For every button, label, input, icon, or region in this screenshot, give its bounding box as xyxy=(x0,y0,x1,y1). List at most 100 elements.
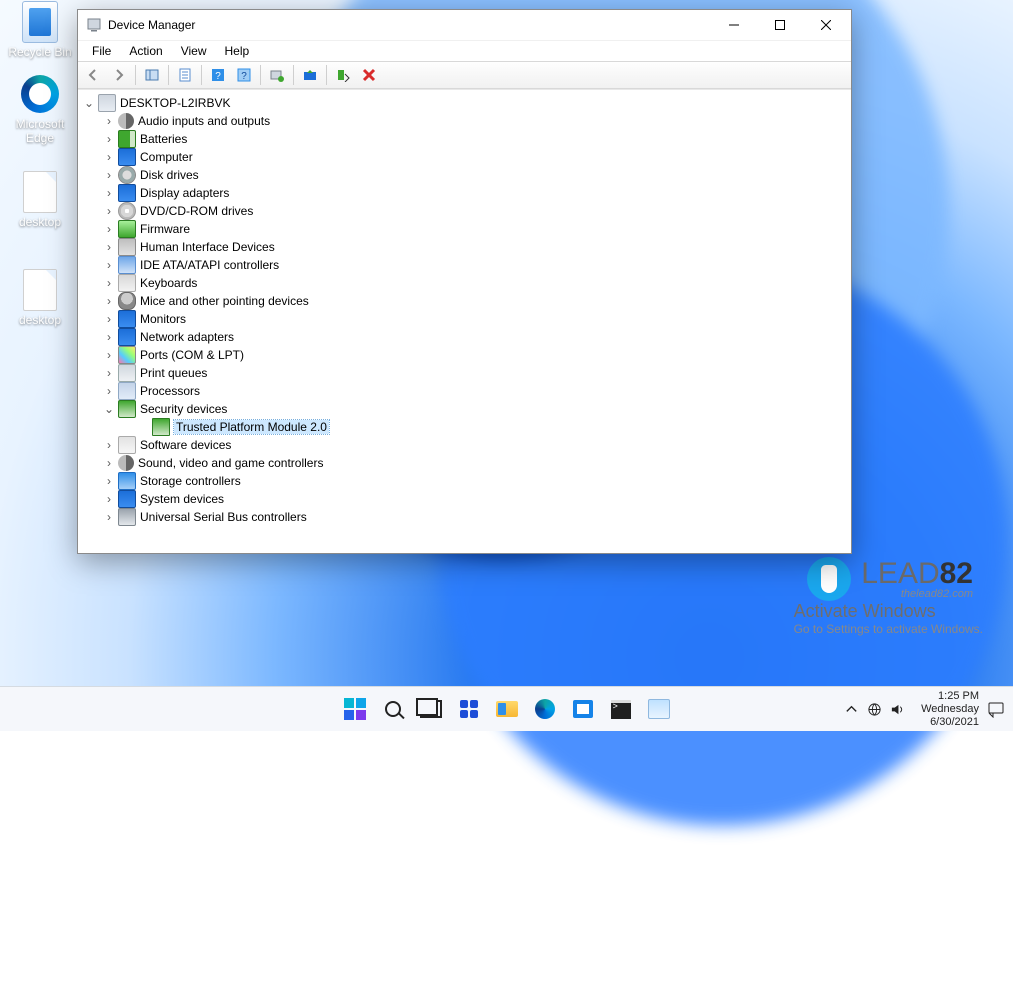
devmgmt-button[interactable] xyxy=(646,696,672,722)
tree-node-audio-inputs-and-outputs[interactable]: ›Audio inputs and outputs xyxy=(82,112,847,130)
chevron-right-icon[interactable]: › xyxy=(102,312,116,326)
chevron-up-icon[interactable] xyxy=(844,702,859,717)
chevron-right-icon[interactable]: › xyxy=(102,240,116,254)
tree-node-ports-com-lpt-[interactable]: ›Ports (COM & LPT) xyxy=(82,346,847,364)
tree-node-keyboards[interactable]: ›Keyboards xyxy=(82,274,847,292)
tree-node-system-devices[interactable]: ›System devices xyxy=(82,490,847,508)
help-button[interactable]: ? xyxy=(206,63,230,87)
tree-node-security-devices[interactable]: ⌄Security devices xyxy=(82,400,847,418)
tree-node-processors[interactable]: ›Processors xyxy=(82,382,847,400)
chevron-right-icon[interactable]: › xyxy=(102,474,116,488)
device-manager-window[interactable]: Device Manager File Action View Help ? ? xyxy=(77,9,852,554)
properties-button[interactable] xyxy=(173,63,197,87)
chevron-right-icon[interactable]: › xyxy=(102,510,116,524)
update-driver-button[interactable] xyxy=(298,63,322,87)
tree-node-storage-controllers[interactable]: ›Storage controllers xyxy=(82,472,847,490)
tree-node-firmware[interactable]: ›Firmware xyxy=(82,220,847,238)
chevron-right-icon[interactable]: › xyxy=(102,204,116,218)
chevron-right-icon[interactable]: › xyxy=(102,492,116,506)
desktop[interactable]: Recycle Bin Microsoft Edge desktop deskt… xyxy=(0,0,1013,731)
menu-file[interactable]: File xyxy=(84,43,119,59)
category-icon xyxy=(118,166,136,184)
chevron-right-icon[interactable]: › xyxy=(102,168,116,182)
forward-button[interactable] xyxy=(107,63,131,87)
taskbar[interactable]: 1:25 PM Wednesday 6/30/2021 xyxy=(0,686,1013,731)
widgets-icon xyxy=(460,700,478,718)
file-explorer-button[interactable] xyxy=(494,696,520,722)
store-button[interactable] xyxy=(570,696,596,722)
chevron-right-icon[interactable]: › xyxy=(102,132,116,146)
category-icon xyxy=(118,328,136,346)
tree-node-dvd-cd-rom-drives[interactable]: ›DVD/CD-ROM drives xyxy=(82,202,847,220)
uninstall-button[interactable] xyxy=(331,63,355,87)
back-button[interactable] xyxy=(81,63,105,87)
tree-node-trusted-platform-module-2-0[interactable]: Trusted Platform Module 2.0 xyxy=(82,418,847,436)
chevron-right-icon[interactable]: › xyxy=(102,222,116,236)
category-icon xyxy=(118,382,136,400)
tree-node-disk-drives[interactable]: ›Disk drives xyxy=(82,166,847,184)
chevron-right-icon[interactable]: › xyxy=(102,276,116,290)
scan-hardware-button[interactable] xyxy=(265,63,289,87)
chevron-right-icon[interactable]: › xyxy=(102,330,116,344)
category-icon xyxy=(118,220,136,238)
tree-node-computer[interactable]: ›Computer xyxy=(82,148,847,166)
edge-button[interactable] xyxy=(532,696,558,722)
titlebar[interactable]: Device Manager xyxy=(78,10,851,40)
tree-node-batteries[interactable]: › Batteries xyxy=(82,130,847,148)
tree-node-universal-serial-bus-controllers[interactable]: ›Universal Serial Bus controllers xyxy=(82,508,847,526)
chevron-right-icon[interactable]: › xyxy=(102,258,116,272)
cmd-button[interactable] xyxy=(608,696,634,722)
help-topics-button[interactable]: ? xyxy=(232,63,256,87)
desktop-icon-file2[interactable]: desktop xyxy=(4,270,76,327)
chevron-right-icon[interactable]: › xyxy=(102,114,116,128)
tree-node-human-interface-devices[interactable]: ›Human Interface Devices xyxy=(82,238,847,256)
menu-view[interactable]: View xyxy=(173,43,215,59)
tree-node-mice-and-other-pointing-devices[interactable]: ›Mice and other pointing devices xyxy=(82,292,847,310)
desktop-icon-recycle-bin[interactable]: Recycle Bin xyxy=(4,2,76,59)
task-view-button[interactable] xyxy=(418,696,444,722)
node-label: Network adapters xyxy=(140,330,234,344)
notifications-icon[interactable] xyxy=(987,700,1005,718)
volume-icon[interactable] xyxy=(890,702,905,717)
disable-button[interactable] xyxy=(357,63,381,87)
chevron-right-icon[interactable]: › xyxy=(102,348,116,362)
clock[interactable]: 1:25 PM Wednesday 6/30/2021 xyxy=(921,690,979,729)
network-icon[interactable] xyxy=(867,702,882,717)
system-tray[interactable]: 1:25 PM Wednesday 6/30/2021 xyxy=(844,687,1005,731)
menu-help[interactable]: Help xyxy=(217,43,258,59)
chevron-right-icon[interactable]: › xyxy=(102,438,116,452)
maximize-button[interactable] xyxy=(757,10,803,40)
category-icon xyxy=(118,346,136,364)
search-button[interactable] xyxy=(380,696,406,722)
chevron-right-icon[interactable]: › xyxy=(102,384,116,398)
node-label: Batteries xyxy=(140,132,187,146)
tree-root[interactable]: ⌄DESKTOP-L2IRBVK xyxy=(82,94,847,112)
tree-node-monitors[interactable]: ›Monitors xyxy=(82,310,847,328)
chevron-down-icon[interactable]: ⌄ xyxy=(82,96,96,110)
tree-node-network-adapters[interactable]: › Network adapters xyxy=(82,328,847,346)
tree-node-ide-ata-atapi-controllers[interactable]: ›IDE ATA/ATAPI controllers xyxy=(82,256,847,274)
minimize-button[interactable] xyxy=(711,10,757,40)
start-button[interactable] xyxy=(342,696,368,722)
device-tree[interactable]: ⌄DESKTOP-L2IRBVK›Audio inputs and output… xyxy=(78,89,851,553)
node-label: Print queues xyxy=(140,366,207,380)
menu-action[interactable]: Action xyxy=(121,43,170,59)
tree-node-display-adapters[interactable]: ›Display adapters xyxy=(82,184,847,202)
chevron-right-icon[interactable]: › xyxy=(102,150,116,164)
tree-node-sound-video-and-game-controllers[interactable]: ›Sound, video and game controllers xyxy=(82,454,847,472)
category-icon xyxy=(118,310,136,328)
show-hide-console-tree-button[interactable] xyxy=(140,63,164,87)
desktop-icon-file1[interactable]: desktop xyxy=(4,172,76,229)
chevron-right-icon[interactable]: › xyxy=(102,186,116,200)
close-button[interactable] xyxy=(803,10,849,40)
clock-day: Wednesday xyxy=(921,703,979,716)
tree-node-software-devices[interactable]: ›Software devices xyxy=(82,436,847,454)
chevron-down-icon[interactable]: ⌄ xyxy=(102,402,116,416)
desktop-icon-edge[interactable]: Microsoft Edge xyxy=(4,74,76,145)
chevron-right-icon[interactable]: › xyxy=(102,294,116,308)
lead82-site: thelead82.com xyxy=(861,589,973,600)
tree-node-print-queues[interactable]: › Print queues xyxy=(82,364,847,382)
chevron-right-icon[interactable]: › xyxy=(102,456,116,470)
chevron-right-icon[interactable]: › xyxy=(102,366,116,380)
widgets-button[interactable] xyxy=(456,696,482,722)
